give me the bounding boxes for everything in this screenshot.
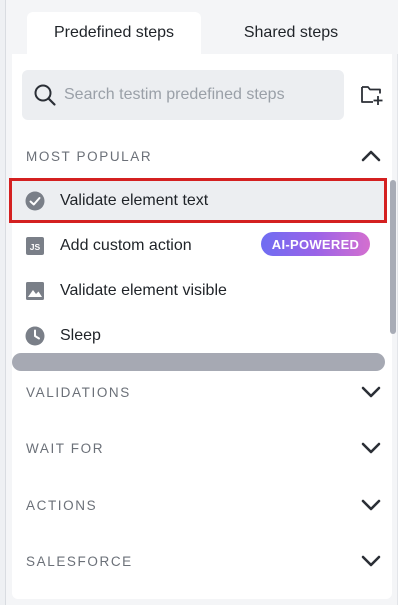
section-most-popular-header[interactable]: MOST POPULAR <box>12 136 392 176</box>
chevron-down-icon <box>361 499 381 511</box>
predefined-steps-content: MOST POPULAR Validate element text JS Ad… <box>9 54 396 599</box>
js-icon: JS <box>26 237 44 255</box>
section-title: WAIT FOR <box>26 440 105 456</box>
step-item-sleep[interactable]: Sleep <box>12 313 384 358</box>
section-title: ACTIONS <box>26 497 98 513</box>
horizontal-scrollbar[interactable] <box>12 353 385 371</box>
tab-bar: Predefined steps Shared steps <box>6 0 398 54</box>
section-validations-header[interactable]: VALIDATIONS <box>12 372 392 412</box>
search-icon <box>34 84 56 106</box>
step-item-validate-element-text[interactable]: Validate element text <box>9 178 387 223</box>
section-title: SALESFORCE <box>26 553 133 569</box>
step-label: Sleep <box>60 326 101 344</box>
svg-text:JS: JS <box>30 242 41 252</box>
tab-shared-steps[interactable]: Shared steps <box>206 12 376 54</box>
section-actions-header[interactable]: ACTIONS <box>12 485 392 525</box>
ai-powered-badge: AI-POWERED <box>261 232 370 256</box>
search-row <box>12 70 392 120</box>
step-item-validate-element-visible[interactable]: Validate element visible <box>12 268 384 313</box>
search-input[interactable] <box>64 80 334 110</box>
chevron-up-icon <box>361 150 381 162</box>
image-icon <box>26 282 44 300</box>
chevron-down-icon <box>361 555 381 567</box>
section-salesforce-header[interactable]: SALESFORCE <box>12 541 392 581</box>
tab-predefined-steps[interactable]: Predefined steps <box>27 12 201 54</box>
tab-shared-label: Shared steps <box>243 24 339 41</box>
tab-predefined-label: Predefined steps <box>53 24 175 41</box>
section-title: MOST POPULAR <box>26 148 153 164</box>
new-folder-button[interactable] <box>358 81 386 109</box>
check-circle-icon <box>25 191 45 211</box>
chevron-down-icon <box>361 442 381 454</box>
section-wait-for-header[interactable]: WAIT FOR <box>12 428 392 468</box>
step-label: Validate element visible <box>60 281 227 299</box>
section-title: VALIDATIONS <box>26 384 131 400</box>
step-item-add-custom-action[interactable]: JS Add custom action AI-POWERED <box>12 223 384 268</box>
steps-panel: Predefined steps Shared steps Search tes… <box>6 0 398 605</box>
most-popular-list: Validate element text JS Add custom acti… <box>9 178 392 354</box>
folder-plus-icon <box>361 86 383 105</box>
search-box[interactable] <box>22 70 344 120</box>
step-label: Validate element text <box>60 191 209 209</box>
vertical-scrollbar[interactable] <box>390 180 396 334</box>
chevron-down-icon <box>361 386 381 398</box>
step-label: Add custom action <box>60 236 192 254</box>
clock-icon <box>25 326 45 346</box>
